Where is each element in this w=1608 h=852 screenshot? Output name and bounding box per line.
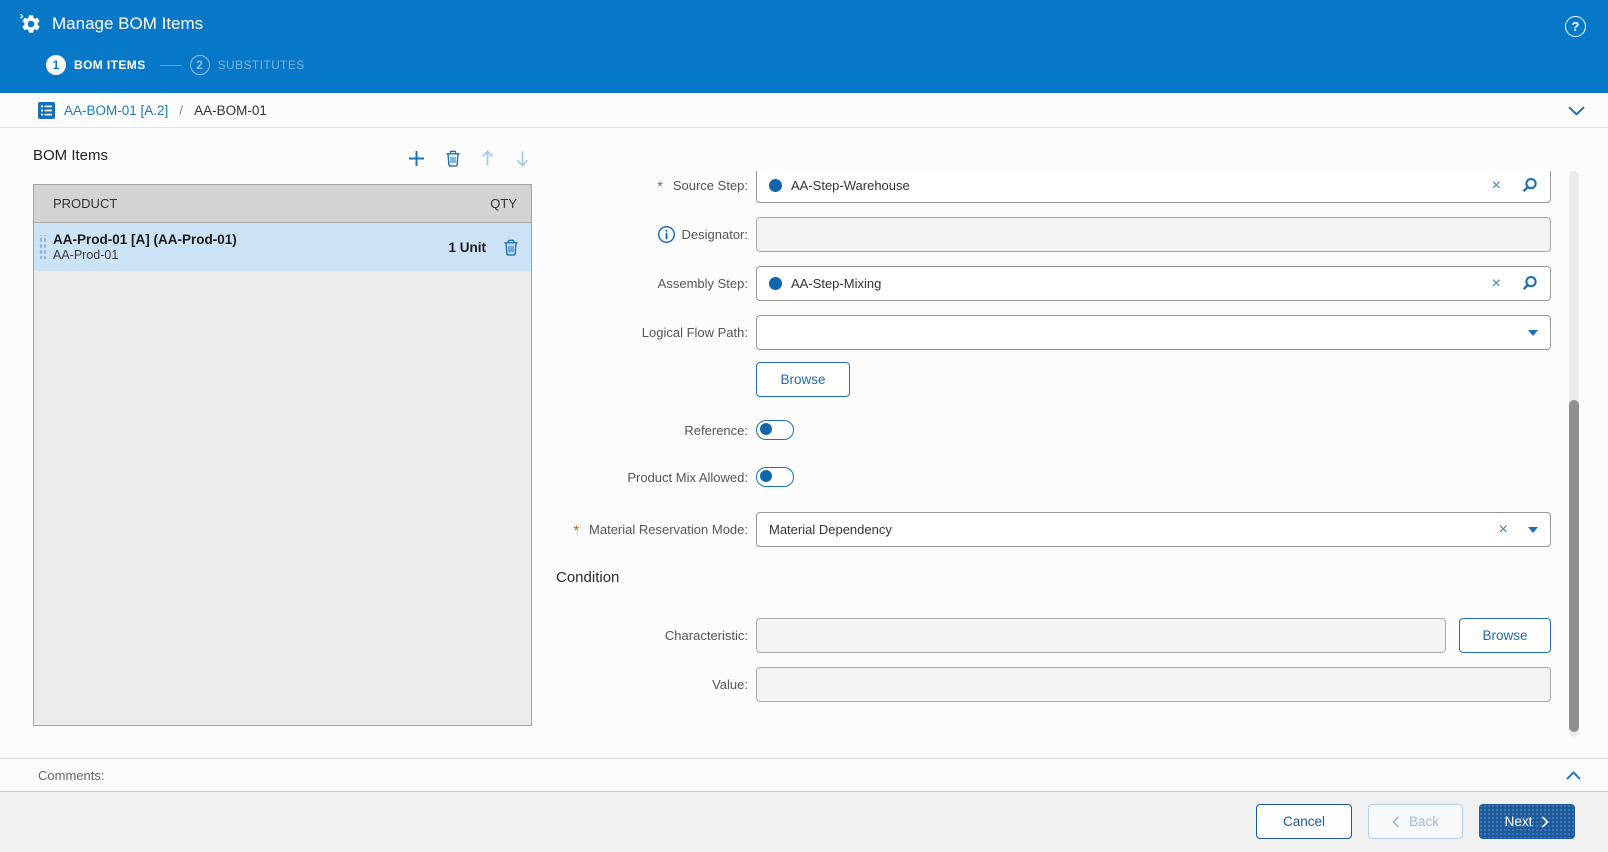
product-cell: AA-Prod-01 [A] (AA-Prod-01) AA-Prod-01	[53, 232, 237, 263]
logical-flow-path-row: Logical Flow Path:	[540, 315, 1551, 350]
back-chevron-icon	[1392, 815, 1400, 828]
drag-handle-icon[interactable]	[38, 235, 46, 259]
product-mix-toggle[interactable]	[756, 467, 794, 487]
material-reservation-mode-row: * Material Reservation Mode: Material De…	[540, 512, 1551, 547]
row-delete-icon[interactable]	[503, 239, 519, 256]
clear-icon[interactable]: ×	[1492, 177, 1501, 194]
characteristic-row: Characteristic: Browse	[540, 618, 1551, 653]
logical-flow-path-label: Logical Flow Path:	[641, 325, 748, 340]
chevron-down-icon[interactable]	[1528, 329, 1538, 336]
product-mix-label: Product Mix Allowed:	[627, 469, 748, 485]
reference-row: Reference:	[540, 420, 1551, 440]
source-step-value: AA-Step-Warehouse	[791, 178, 910, 193]
table-header-row: PRODUCT QTY	[34, 185, 531, 223]
step-2-circle[interactable]: 2	[189, 55, 210, 75]
assembly-step-input[interactable]: AA-Step-Mixing ×	[756, 266, 1551, 301]
breadcrumb: AA-BOM-01 [A.2] / AA-BOM-01	[0, 93, 1608, 128]
header-title-row: Manage BOM Items ?	[0, 0, 1608, 48]
reference-label: Reference:	[684, 422, 748, 438]
search-icon[interactable]	[1521, 275, 1538, 292]
clear-icon[interactable]: ×	[1492, 275, 1501, 292]
source-step-label: * Source Step:	[657, 177, 748, 194]
form-scrollbar-track[interactable]	[1569, 171, 1579, 737]
toggle-knob	[760, 423, 772, 436]
assembly-step-row: Assembly Step: AA-Step-Mixing ×	[540, 266, 1551, 301]
move-down-icon[interactable]	[515, 150, 530, 167]
value-row: Value:	[540, 667, 1551, 702]
wizard-gear-icon	[20, 13, 42, 35]
breadcrumb-separator: /	[179, 102, 184, 118]
value-label: Value:	[712, 677, 748, 692]
material-reservation-mode-label: * Material Reservation Mode:	[573, 521, 748, 538]
required-asterisk: *	[573, 521, 580, 538]
app-header: Manage BOM Items ? 1 BOM ITEMS 2 SUBSTIT…	[0, 0, 1608, 93]
toggle-knob	[760, 470, 772, 483]
move-up-icon[interactable]	[480, 150, 495, 167]
manage-bom-items-window: Manage BOM Items ? 1 BOM ITEMS 2 SUBSTIT…	[0, 0, 1608, 852]
source-step-row: * Source Step: AA-Step-Warehouse ×	[540, 171, 1551, 203]
designator-input[interactable]	[756, 217, 1551, 252]
cancel-button[interactable]: Cancel	[1256, 804, 1352, 839]
search-icon[interactable]	[1521, 177, 1538, 194]
wizard-steps: 1 BOM ITEMS 2 SUBSTITUTES	[46, 55, 305, 75]
characteristic-label: Characteristic:	[664, 628, 748, 643]
next-chevron-icon	[1541, 815, 1550, 828]
column-header-qty: QTY	[490, 196, 517, 211]
add-item-icon[interactable]	[408, 150, 425, 167]
qty-cell: 1 Unit	[448, 239, 486, 255]
help-icon[interactable]: ?	[1565, 16, 1586, 37]
required-asterisk: *	[657, 177, 663, 194]
reference-toggle[interactable]	[756, 420, 794, 440]
assembly-step-label: Assembly Step:	[657, 276, 748, 291]
step-1-label[interactable]: BOM ITEMS	[74, 58, 146, 72]
entity-dot-icon	[769, 277, 782, 290]
table-row[interactable]: AA-Prod-01 [A] (AA-Prod-01) AA-Prod-01 1…	[34, 223, 531, 271]
step-connector	[159, 64, 182, 66]
designator-label: Designator:	[540, 225, 748, 244]
material-reservation-mode-select[interactable]: Material Dependency ×	[756, 512, 1551, 547]
logical-flow-path-select[interactable]	[756, 315, 1551, 350]
breadcrumb-current: AA-BOM-01	[194, 102, 267, 118]
comments-bar: Comments:	[0, 758, 1608, 792]
breadcrumb-bom-link[interactable]: AA-BOM-01 [A.2]	[64, 103, 168, 118]
form-scrollbar-thumb[interactable]	[1569, 400, 1579, 732]
bom-items-toolbar	[408, 150, 530, 167]
wizard-footer: Cancel Back Next	[0, 792, 1608, 852]
designator-row: Designator:	[540, 217, 1551, 252]
value-input[interactable]	[756, 667, 1551, 702]
page-title: Manage BOM Items	[52, 14, 204, 33]
browse-flow-path-button[interactable]: Browse	[756, 362, 850, 397]
chevron-down-icon[interactable]	[1528, 526, 1538, 533]
assembly-step-value: AA-Step-Mixing	[791, 276, 882, 291]
step-1-circle[interactable]: 1	[46, 55, 66, 75]
condition-section-title: Condition	[556, 569, 620, 586]
comments-label: Comments:	[38, 767, 105, 783]
next-button[interactable]: Next	[1479, 804, 1575, 839]
collapse-chevron-down-icon[interactable]	[1567, 103, 1586, 121]
info-icon[interactable]	[657, 225, 676, 244]
product-description: AA-Prod-01	[53, 247, 119, 262]
clear-icon[interactable]: ×	[1499, 521, 1508, 538]
bom-items-table: PRODUCT QTY AA-Prod-01 [A] (AA-Prod-01) …	[33, 184, 532, 726]
comments-chevron-up-icon[interactable]	[1565, 769, 1582, 785]
browse-characteristic-button[interactable]: Browse	[1459, 618, 1551, 653]
entity-dot-icon	[769, 179, 782, 192]
delete-item-icon[interactable]	[445, 150, 461, 167]
product-mix-row: Product Mix Allowed:	[540, 467, 1551, 487]
back-button[interactable]: Back	[1368, 804, 1463, 839]
characteristic-input[interactable]	[756, 618, 1446, 653]
step-2-label[interactable]: SUBSTITUTES	[218, 58, 305, 72]
source-step-input[interactable]: AA-Step-Warehouse ×	[756, 171, 1551, 203]
bom-items-panel-title: BOM Items	[33, 147, 109, 164]
column-header-product: PRODUCT	[53, 196, 118, 211]
bom-item-form: * Source Step: AA-Step-Warehouse × Desig…	[540, 171, 1560, 739]
material-reservation-mode-value: Material Dependency	[769, 522, 892, 537]
product-name: AA-Prod-01 [A] (AA-Prod-01)	[53, 231, 237, 247]
bom-list-icon	[38, 101, 55, 119]
